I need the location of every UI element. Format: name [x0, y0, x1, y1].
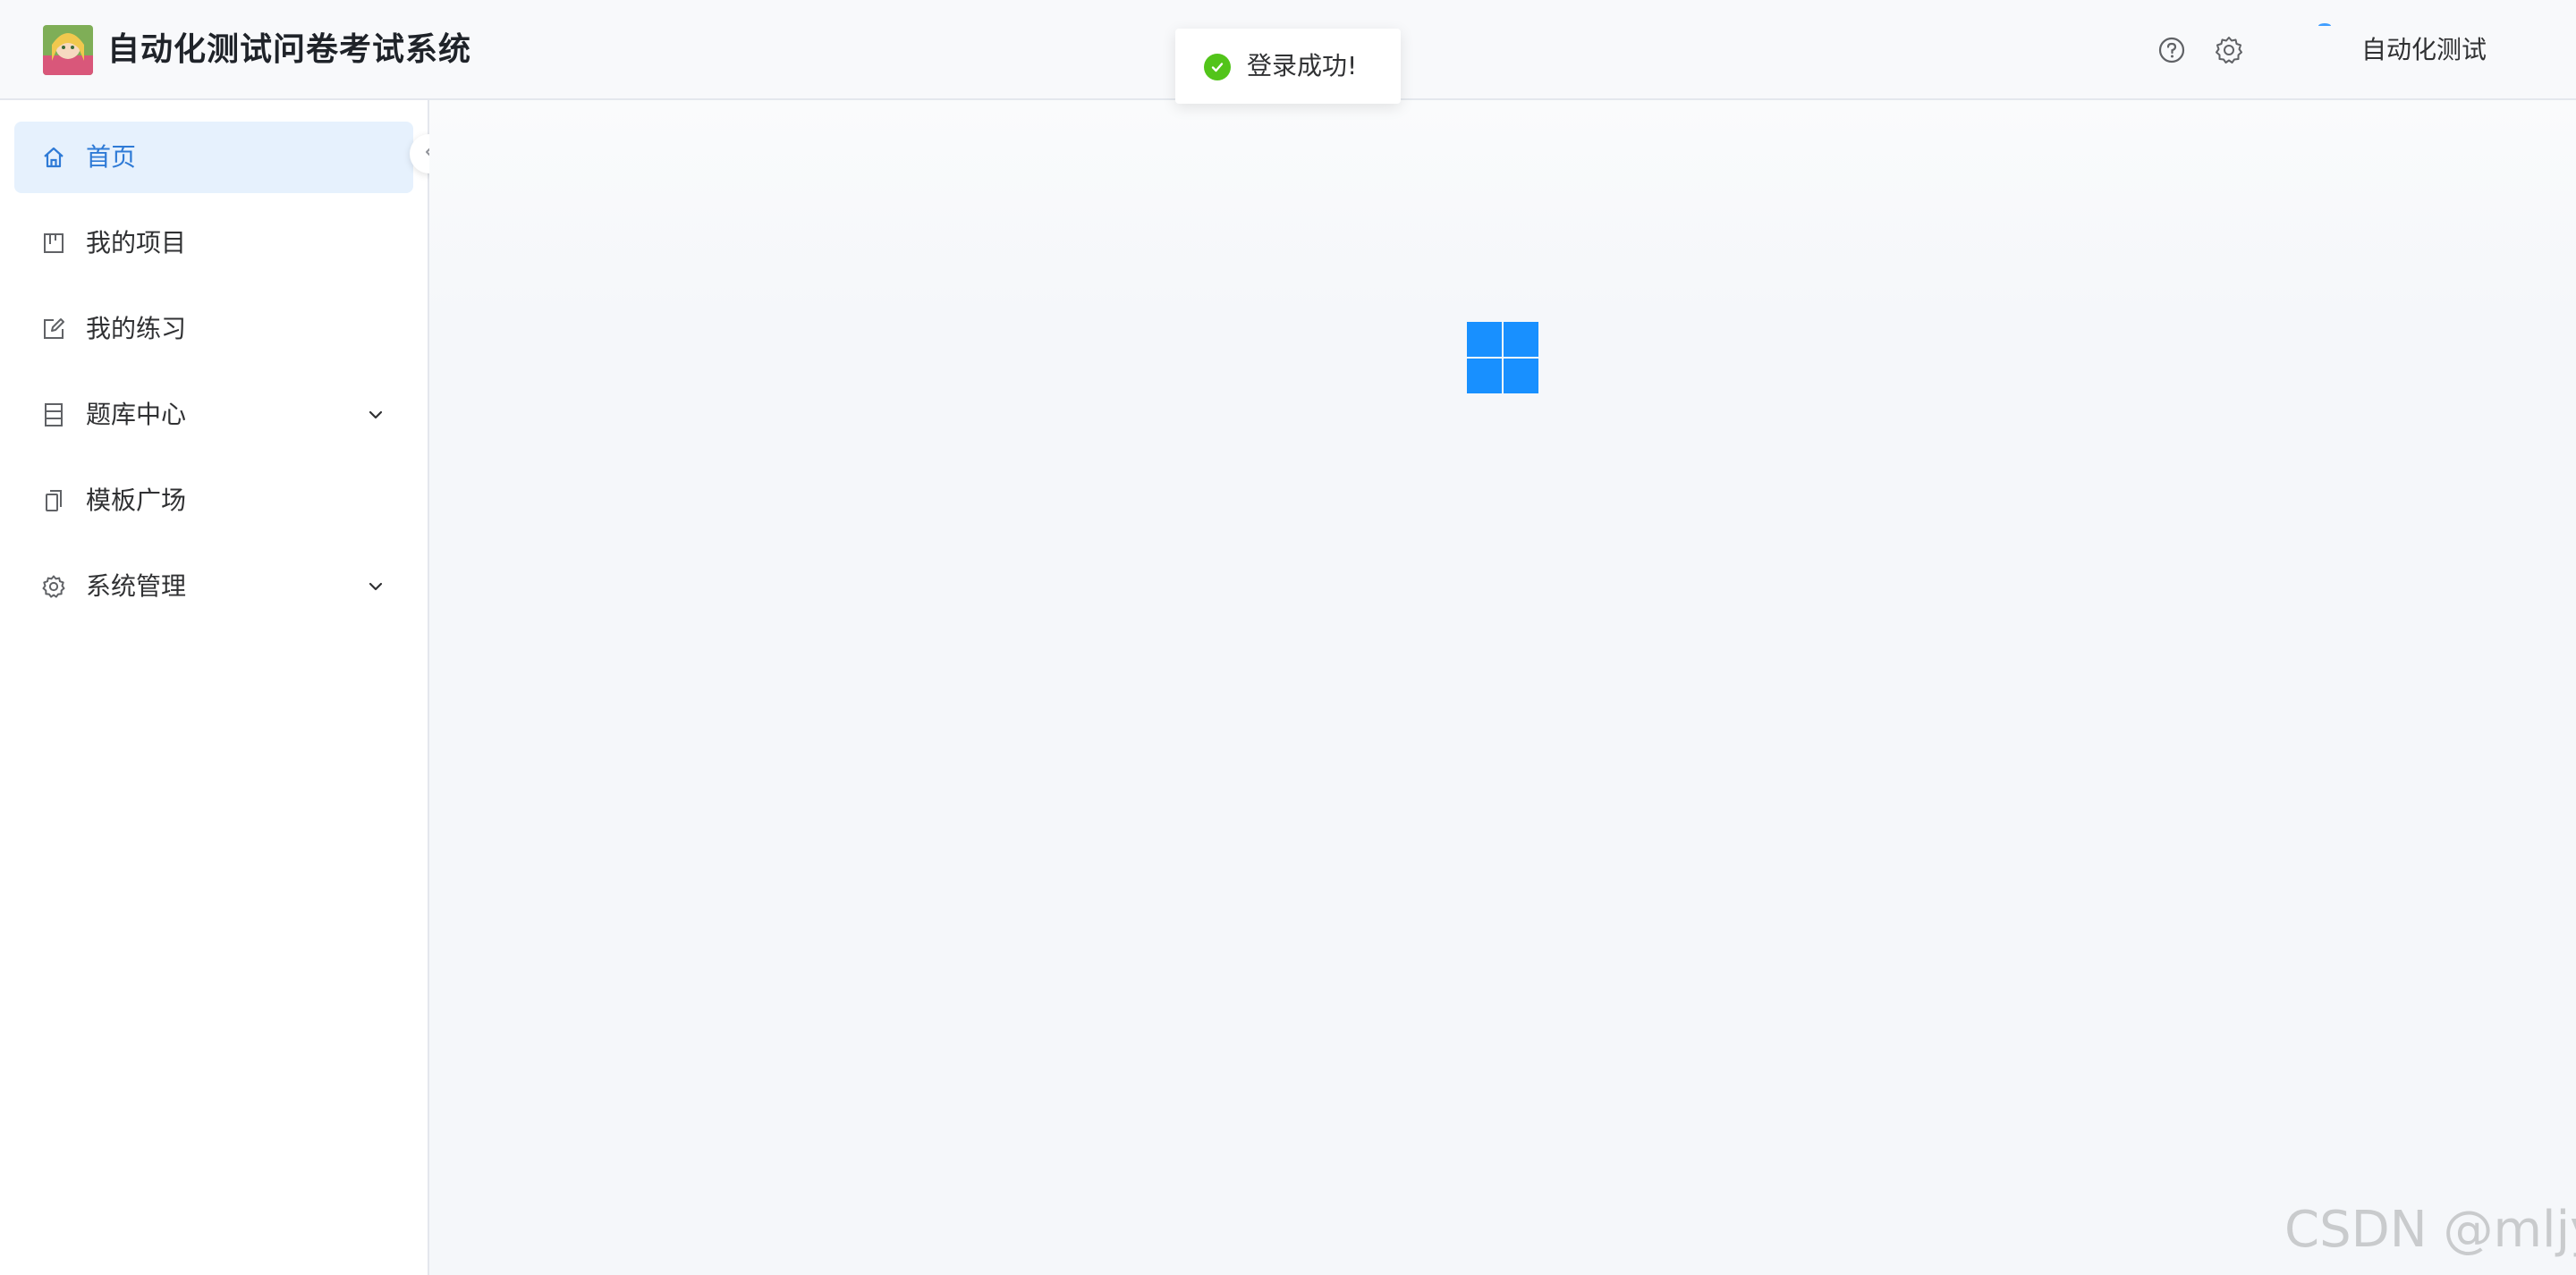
sidebar-item-label: 首页 — [86, 142, 137, 172]
sidebar: 首页 我的项目 我的练习 题库中心 模板广场 系统管理 — [0, 100, 429, 1275]
sidebar-item-home[interactable]: 首页 — [14, 122, 413, 193]
sidebar-item-label: 模板广场 — [86, 486, 187, 515]
chevron-down-icon[interactable] — [365, 576, 386, 597]
sidebar-item-my-practice[interactable]: 我的练习 — [14, 293, 413, 365]
gear-icon — [41, 574, 66, 599]
sidebar-item-my-projects[interactable]: 我的项目 — [14, 207, 413, 279]
copy-icon — [41, 488, 66, 513]
database-icon — [41, 402, 66, 427]
sidebar-item-system-management[interactable]: 系统管理 — [14, 551, 413, 622]
home-icon — [41, 145, 66, 170]
toast-message: 登录成功! — [1247, 51, 1358, 80]
main-content — [429, 100, 2576, 1275]
gear-icon[interactable] — [2211, 32, 2247, 68]
avatar[interactable] — [2318, 23, 2331, 29]
app-logo — [43, 25, 93, 75]
watermark: CSDN @mljy. — [2284, 1201, 2576, 1259]
success-toast: 登录成功! — [1175, 29, 1401, 104]
help-circle-icon[interactable] — [2154, 32, 2190, 68]
sidebar-item-label: 我的项目 — [86, 228, 187, 258]
loading-spinner — [1467, 322, 1538, 393]
project-icon — [41, 231, 66, 256]
sidebar-item-template-plaza[interactable]: 模板广场 — [14, 465, 413, 536]
sidebar-item-question-bank[interactable]: 题库中心 — [14, 379, 413, 451]
chevron-down-icon[interactable] — [365, 404, 386, 426]
app-title: 自动化测试问卷考试系统 — [107, 31, 472, 68]
check-circle-icon — [1204, 54, 1231, 80]
sidebar-item-label: 我的练习 — [86, 314, 187, 343]
user-name[interactable]: 自动化测试 — [2361, 32, 2487, 68]
sidebar-item-label: 题库中心 — [86, 400, 187, 429]
edit-icon — [41, 317, 66, 342]
sidebar-item-label: 系统管理 — [86, 571, 187, 601]
